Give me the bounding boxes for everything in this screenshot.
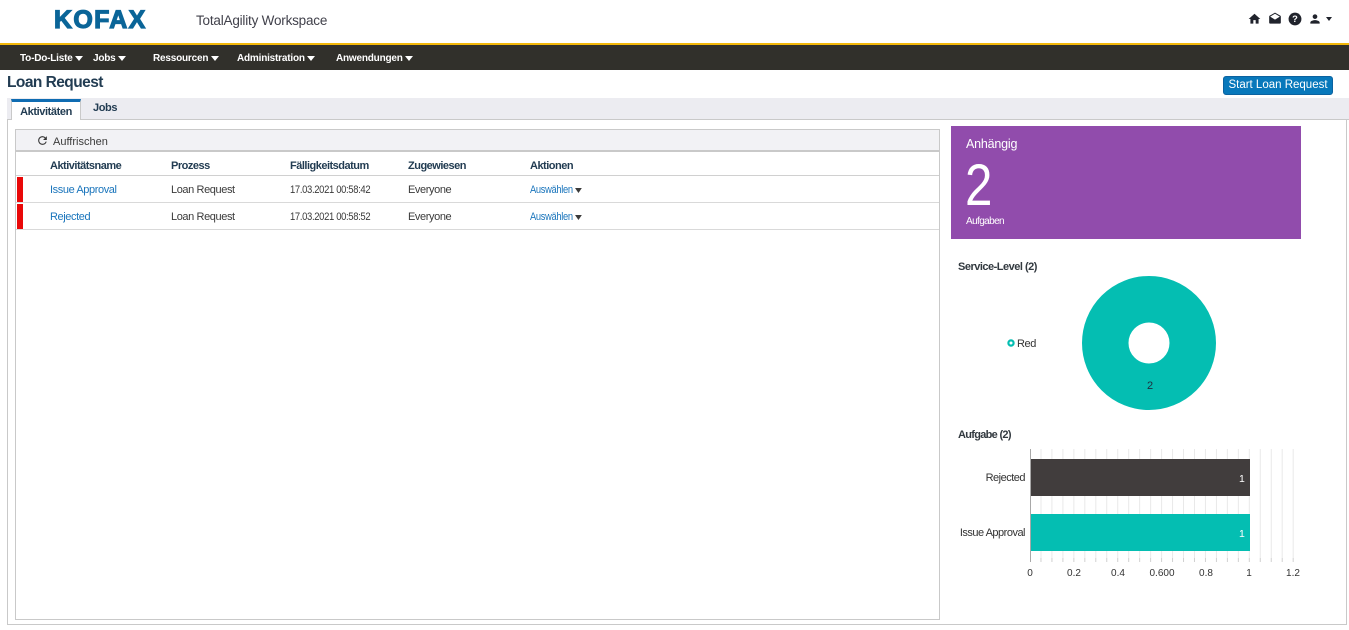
svg-text:?: ?	[1292, 14, 1298, 24]
